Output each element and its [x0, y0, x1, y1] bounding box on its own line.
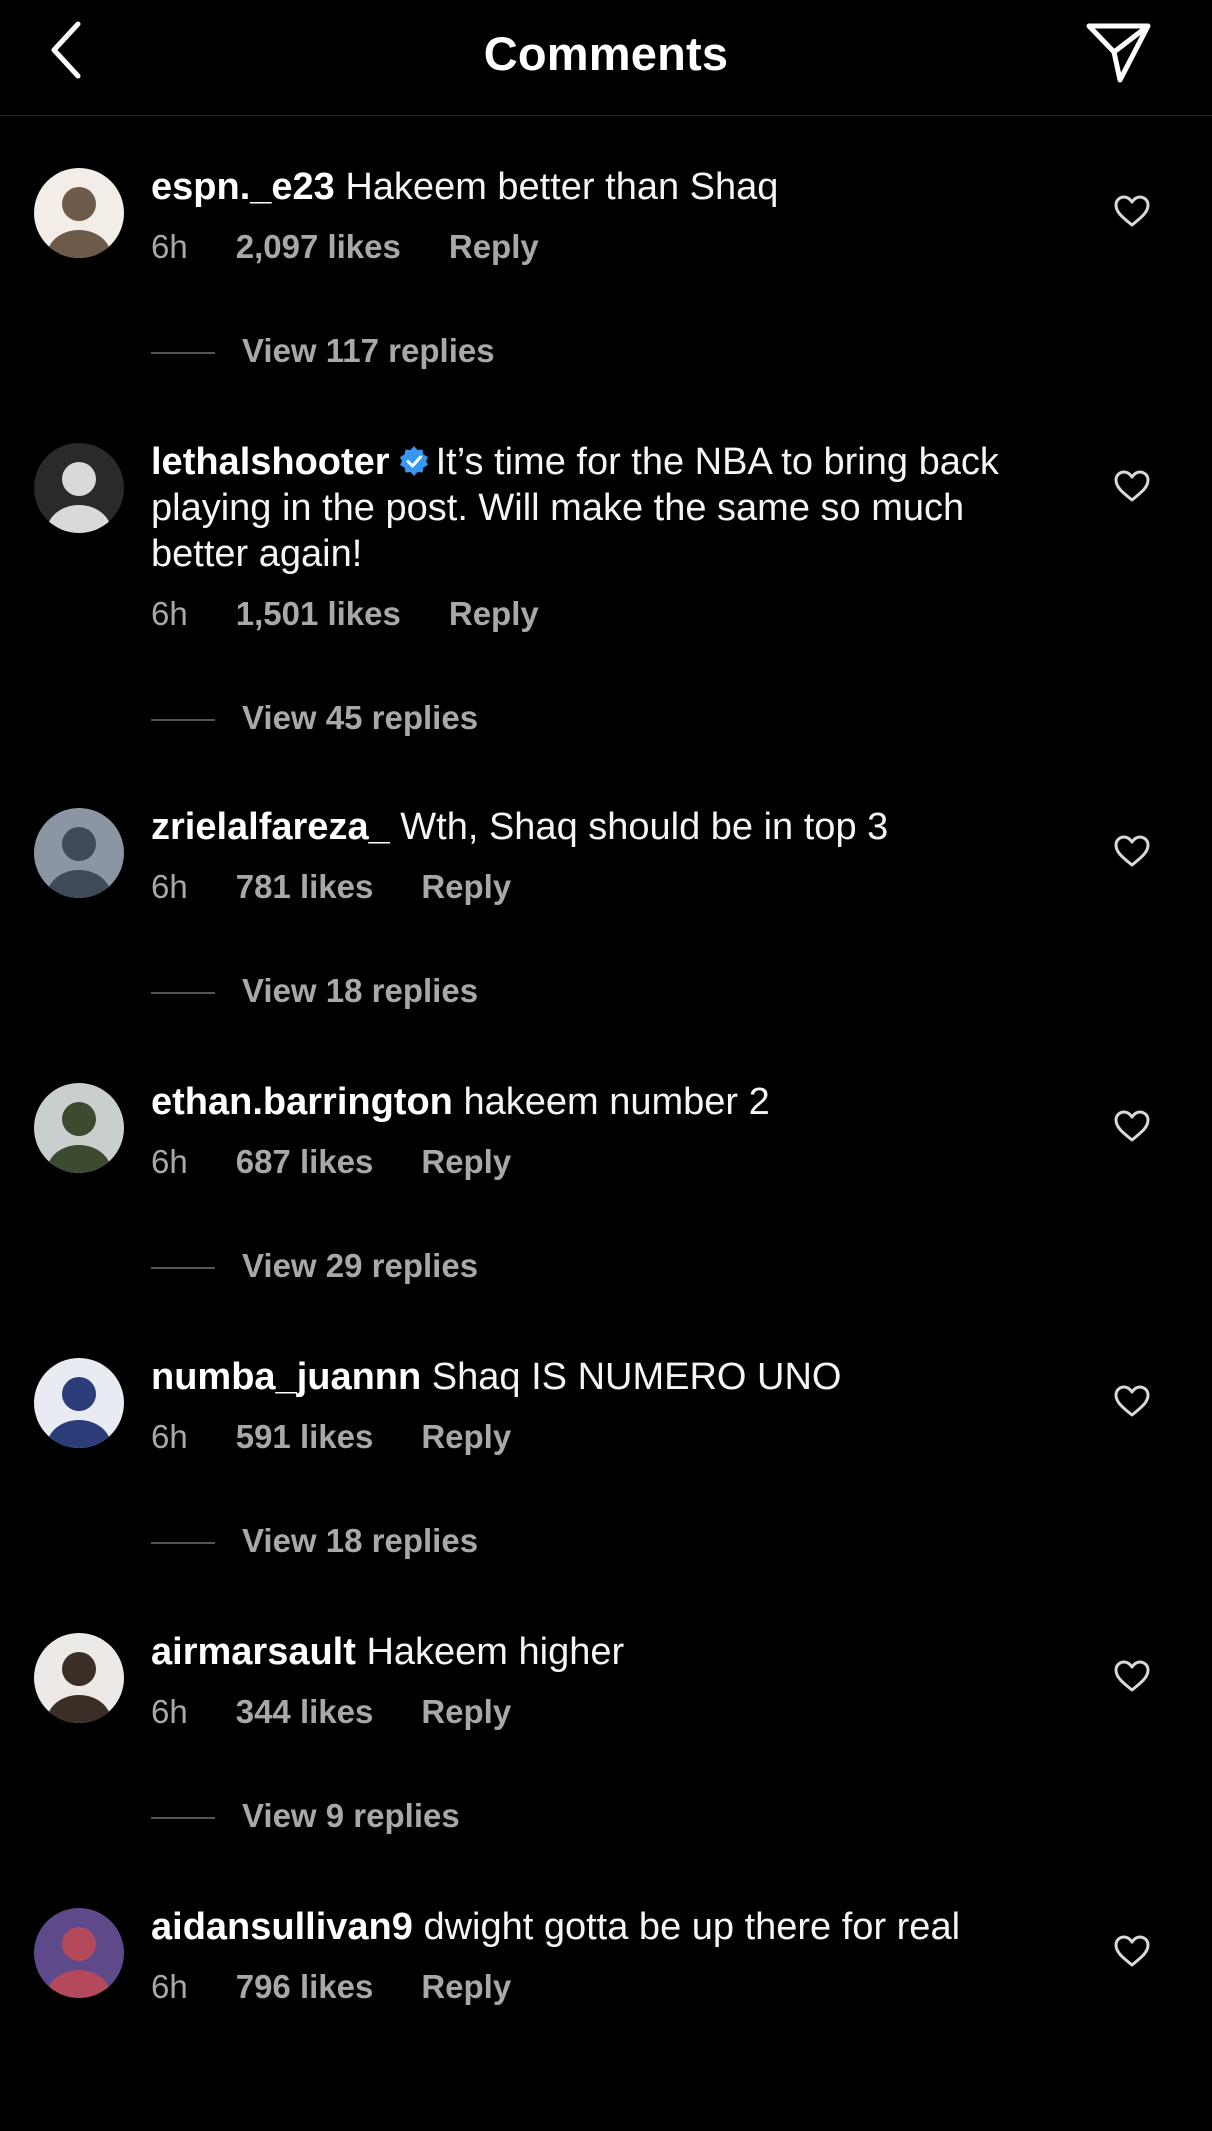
comment-item: ethan.barrington hakeem number 2 6h 687 li… [0, 1031, 1212, 1306]
reply-button[interactable]: Reply [421, 1693, 511, 1731]
comment-body: hakeem number 2 [463, 1081, 770, 1123]
heart-icon[interactable] [1113, 1384, 1151, 1418]
reply-button[interactable]: Reply [421, 1418, 511, 1456]
replies-divider [151, 352, 215, 355]
avatar[interactable] [34, 808, 124, 898]
comment-text: airmarsault Hakeem higher [151, 1629, 1031, 1675]
view-replies-button[interactable]: View 9 replies [151, 1797, 460, 1835]
comment-meta: 6h 796 likes Reply [151, 1968, 511, 2006]
comment-text: ethan.barrington hakeem number 2 [151, 1079, 1031, 1125]
reply-button[interactable]: Reply [421, 1968, 511, 2006]
view-replies-button[interactable]: View 45 replies [151, 699, 478, 737]
comment-item: lethalshooter It’s time for the NBA to br… [0, 391, 1212, 736]
page-title: Comments [483, 27, 729, 80]
verified-badge-icon [399, 446, 428, 476]
comment-body: Hakeem higher [366, 1631, 625, 1673]
comment-username[interactable]: lethalshooter [151, 441, 390, 483]
comment-text: numba_juannn Shaq IS NUMERO UNO [151, 1354, 1031, 1400]
comment-likes[interactable]: 2,097 likes [236, 228, 401, 266]
comment-likes[interactable]: 591 likes [236, 1418, 374, 1456]
comment-item: aidansullivan9 dwight gotta be up there … [0, 1856, 1212, 2131]
reply-button[interactable]: Reply [449, 228, 539, 266]
comment-text: aidansullivan9 dwight gotta be up there … [151, 1904, 1031, 1950]
view-replies-button[interactable]: View 18 replies [151, 972, 478, 1010]
comment-username[interactable]: airmarsault [151, 1631, 356, 1673]
comment-likes[interactable]: 1,501 likes [236, 595, 401, 633]
comment-body: Wth, Shaq should be in top 3 [400, 806, 889, 848]
comment-text: zrielalfareza_ Wth, Shaq should be in to… [151, 804, 1031, 850]
view-replies-label: View 45 replies [242, 699, 479, 736]
comment-username[interactable]: ethan.barrington [151, 1081, 453, 1123]
comment-time: 6h [151, 595, 188, 632]
view-replies-label: View 117 replies [242, 332, 495, 369]
comment-time: 6h [151, 1418, 188, 1455]
heart-icon[interactable] [1113, 1109, 1151, 1143]
comment-body: Hakeem better than Shaq [345, 166, 779, 208]
view-replies-label: View 29 replies [242, 1247, 479, 1284]
reply-button[interactable]: Reply [449, 595, 539, 633]
avatar[interactable] [34, 1083, 124, 1173]
comment-item: airmarsault Hakeem higher 6h 344 likes Repl… [0, 1581, 1212, 1856]
comment-text: espn._e23 Hakeem better than Shaq [151, 164, 1031, 210]
comment-body: dwight gotta be up there for real [423, 1906, 961, 1948]
comment-time: 6h [151, 1968, 188, 2005]
heart-icon[interactable] [1113, 1934, 1151, 1968]
view-replies-button[interactable]: View 29 replies [151, 1247, 478, 1285]
comment-item: zrielalfareza_ Wth, Shaq should be in to… [0, 756, 1212, 1031]
heart-icon[interactable] [1113, 194, 1151, 228]
comment-meta: 6h 687 likes Reply [151, 1143, 511, 1181]
comment-item: espn._e23 Hakeem better than Shaq 6h 2,097… [0, 116, 1212, 391]
heart-icon[interactable] [1113, 834, 1151, 868]
comment-text: lethalshooter It’s time for the NBA to br… [151, 439, 1031, 577]
replies-divider [151, 1817, 215, 1820]
comment-time: 6h [151, 868, 188, 905]
avatar[interactable] [34, 1908, 124, 1998]
view-replies-label: View 18 replies [242, 1522, 479, 1559]
paper-plane-icon[interactable] [1084, 20, 1154, 86]
replies-divider [151, 719, 215, 722]
view-replies-button[interactable]: View 18 replies [151, 1522, 478, 1560]
avatar[interactable] [34, 1633, 124, 1723]
view-replies-label: View 18 replies [242, 972, 479, 1009]
comment-likes[interactable]: 796 likes [236, 1968, 374, 2006]
comment-meta: 6h 781 likes Reply [151, 868, 511, 906]
avatar[interactable] [34, 1358, 124, 1448]
replies-divider [151, 992, 215, 995]
replies-divider [151, 1267, 215, 1270]
heart-icon[interactable] [1113, 1659, 1151, 1693]
replies-divider [151, 1542, 215, 1545]
comment-username[interactable]: numba_juannn [151, 1356, 421, 1398]
avatar[interactable] [34, 443, 124, 533]
comment-username[interactable]: espn._e23 [151, 166, 335, 208]
comments-header: Comments [0, 0, 1212, 116]
comment-meta: 6h 591 likes Reply [151, 1418, 511, 1456]
view-replies-button[interactable]: View 117 replies [151, 332, 495, 370]
comment-time: 6h [151, 228, 188, 265]
comment-likes[interactable]: 687 likes [236, 1143, 374, 1181]
comment-username[interactable]: aidansullivan9 [151, 1906, 413, 1948]
view-replies-label: View 9 replies [242, 1797, 460, 1834]
heart-icon[interactable] [1113, 469, 1151, 503]
comment-username[interactable]: zrielalfareza_ [151, 806, 390, 848]
comment-meta: 6h 1,501 likes Reply [151, 595, 539, 633]
comment-body: Shaq IS NUMERO UNO [431, 1356, 842, 1398]
reply-button[interactable]: Reply [421, 868, 511, 906]
comment-likes[interactable]: 344 likes [236, 1693, 374, 1731]
avatar[interactable] [34, 168, 124, 258]
comment-item: numba_juannn Shaq IS NUMERO UNO 6h 591 lik… [0, 1306, 1212, 1581]
comment-time: 6h [151, 1143, 188, 1180]
comment-likes[interactable]: 781 likes [236, 868, 374, 906]
reply-button[interactable]: Reply [421, 1143, 511, 1181]
comment-meta: 6h 2,097 likes Reply [151, 228, 539, 266]
comment-meta: 6h 344 likes Reply [151, 1693, 511, 1731]
comment-time: 6h [151, 1693, 188, 1730]
